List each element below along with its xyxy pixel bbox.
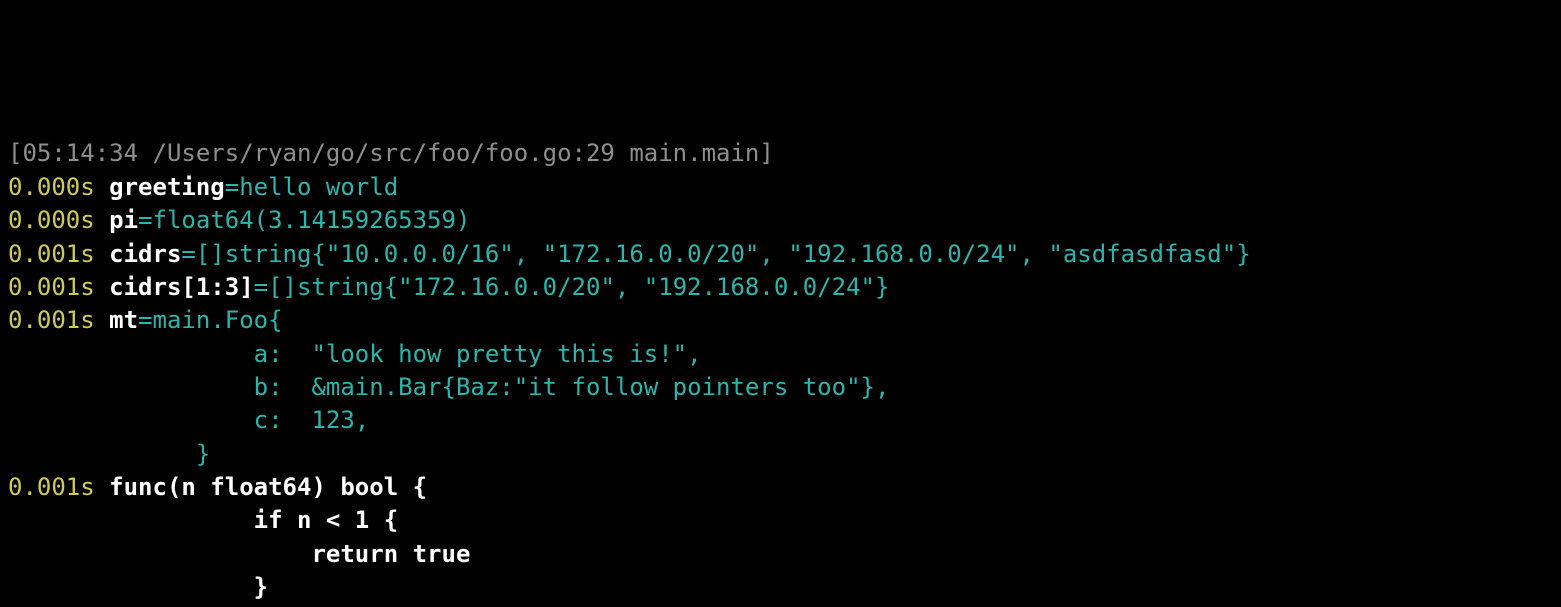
log-value: b: &main.Bar{Baz:"it follow pointers too… [109,373,889,401]
log-value: []string{"172.16.0.0/20", "192.168.0.0/2… [268,273,889,301]
terminal-output: [05:14:34 /Users/ryan/go/src/foo/foo.go:… [8,137,1553,607]
log-value: []string{"10.0.0.0/16", "172.16.0.0/20",… [196,240,1251,268]
log-line: 0.001s mt=main.Foo{ [8,304,1553,337]
log-value: main.Foo{ [153,306,283,334]
bracket-close: ] [759,139,773,167]
equals-sign: = [181,240,195,268]
elapsed-time: 0.000s [8,173,95,201]
log-key: } [109,573,268,601]
equals-sign: = [225,173,239,201]
log-line: 0.000s pi=float64(3.14159265359) [8,204,1553,237]
log-key: cidrs [109,240,181,268]
elapsed-time: 0.000s [8,206,95,234]
log-key: return true [109,540,470,568]
log-value-cont: b: &main.Bar{Baz:"it follow pointers too… [8,371,1553,404]
log-value: } [109,440,210,468]
log-key: if n < 1 { [109,506,398,534]
equals-sign: = [138,306,152,334]
log-value-cont: } [8,438,1553,471]
log-line: 0.001s func(n float64) bool { [8,471,1553,504]
log-value: a: "look how pretty this is!", [109,340,701,368]
log-value: float64(3.14159265359) [153,206,471,234]
log-key: cidrs[1:3] [109,273,254,301]
log-value: c: 123, [109,406,369,434]
log-key-cont: return true [8,538,1553,571]
log-key: greeting [109,173,225,201]
log-header-text: 05:14:34 /Users/ryan/go/src/foo/foo.go:2… [22,139,759,167]
log-key: mt [109,306,138,334]
equals-sign: = [254,273,268,301]
log-key: func(n float64) bool { [109,473,427,501]
equals-sign: = [138,206,152,234]
log-header: [05:14:34 /Users/ryan/go/src/foo/foo.go:… [8,137,1553,170]
log-line: 0.000s greeting=hello world [8,171,1553,204]
elapsed-time: 0.001s [8,240,95,268]
log-key-cont: } [8,571,1553,604]
log-line: 0.001s cidrs[1:3]=[]string{"172.16.0.0/2… [8,271,1553,304]
log-value: hello world [239,173,398,201]
log-value-cont: c: 123, [8,404,1553,437]
log-line: 0.001s cidrs=[]string{"10.0.0.0/16", "17… [8,238,1553,271]
elapsed-time: 0.001s [8,473,95,501]
elapsed-time: 0.001s [8,306,95,334]
log-key-cont: if n < 1 { [8,504,1553,537]
log-key: pi [109,206,138,234]
elapsed-time: 0.001s [8,273,95,301]
log-value-cont: a: "look how pretty this is!", [8,338,1553,371]
bracket-open: [ [8,139,22,167]
